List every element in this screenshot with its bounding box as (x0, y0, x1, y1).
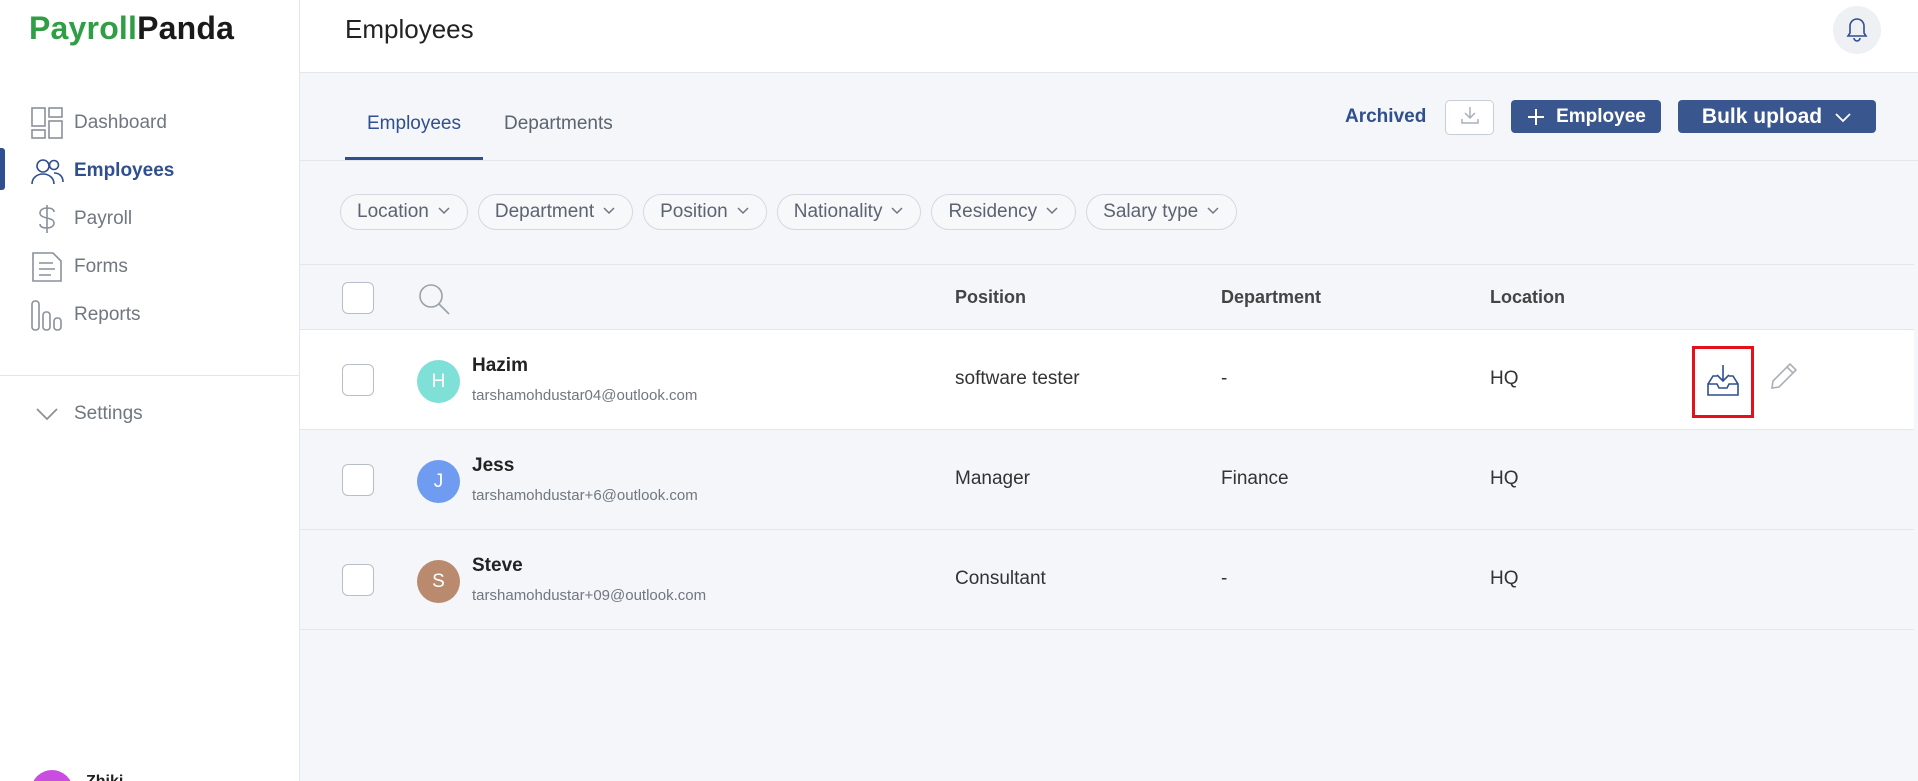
tab-employees[interactable]: Employees (345, 113, 483, 160)
filter-salary-type[interactable]: Salary type (1086, 194, 1238, 230)
column-header-position[interactable]: Position (955, 287, 1026, 308)
tabs-toolbar: Employees Departments Archived Employee … (300, 73, 1918, 161)
search-icon[interactable] (416, 281, 452, 322)
sidebar-item-label: Dashboard (74, 112, 167, 133)
employee-department: - (1221, 368, 1228, 389)
top-header: Employees (300, 0, 1918, 73)
sidebar-item-label: Payroll (74, 208, 133, 229)
chevron-down-icon (736, 201, 750, 223)
tab-departments[interactable]: Departments (482, 113, 635, 160)
select-all-checkbox[interactable] (342, 282, 374, 314)
chevron-down-icon (602, 201, 616, 223)
column-header-location[interactable]: Location (1490, 287, 1565, 308)
employee-location: HQ (1490, 368, 1519, 389)
add-employee-button[interactable]: Employee (1511, 100, 1661, 133)
employee-department: - (1221, 568, 1228, 589)
logo-part-2: Panda (137, 10, 235, 46)
filter-bar: Location Department Position Nationality… (340, 194, 1238, 230)
filter-label: Salary type (1103, 201, 1199, 222)
page-title: Employees (345, 14, 474, 44)
document-icon (30, 250, 64, 284)
chevron-down-icon (1045, 201, 1059, 223)
filter-nationality[interactable]: Nationality (776, 194, 922, 230)
tab-label: Departments (504, 113, 613, 134)
pencil-icon (1768, 360, 1800, 397)
employee-position: Consultant (955, 568, 1046, 589)
notifications-button[interactable] (1833, 6, 1881, 54)
logo-part-1: Payroll (29, 10, 138, 46)
employee-name[interactable]: Hazim (472, 355, 528, 377)
bulk-upload-button[interactable]: Bulk upload (1678, 100, 1876, 133)
employee-email: tarshamohdustar+6@outlook.com (472, 487, 698, 504)
filter-label: Position (660, 201, 728, 222)
filter-location[interactable]: Location (340, 194, 468, 230)
employees-table: Position Department Location H Hazim tar… (300, 264, 1914, 630)
sidebar-item-reports[interactable]: Reports (0, 291, 300, 339)
column-header-department[interactable]: Department (1221, 287, 1321, 308)
employee-email: tarshamohdustar+09@outlook.com (472, 587, 707, 604)
bell-icon (1843, 14, 1871, 47)
employee-position: software tester (955, 368, 1080, 389)
table-row[interactable]: J Jess tarshamohdustar+6@outlook.com Man… (300, 430, 1914, 530)
sidebar-item-label: Forms (74, 256, 128, 277)
employee-location: HQ (1490, 468, 1519, 489)
filter-label: Residency (948, 201, 1038, 222)
filter-department[interactable]: Department (477, 194, 634, 230)
chevron-down-icon (890, 201, 904, 223)
settings-label: Settings (74, 403, 143, 424)
avatar[interactable] (31, 770, 73, 781)
row-checkbox[interactable] (342, 364, 374, 396)
row-checkbox[interactable] (342, 464, 374, 496)
employee-name[interactable]: Jess (472, 455, 514, 477)
sidebar-divider (0, 375, 300, 376)
avatar: S (417, 560, 460, 603)
dollar-icon (30, 202, 64, 236)
chevron-down-icon (30, 397, 64, 431)
chevron-down-icon (1834, 108, 1852, 126)
employee-location: HQ (1490, 568, 1519, 589)
tab-label: Employees (367, 113, 461, 134)
sidebar-item-dashboard[interactable]: Dashboard (0, 99, 300, 147)
filter-label: Nationality (793, 201, 883, 222)
row-checkbox[interactable] (342, 564, 374, 596)
employee-department: Finance (1221, 468, 1289, 489)
employee-position: Manager (955, 468, 1030, 489)
export-button[interactable] (1445, 100, 1494, 135)
sidebar-item-settings[interactable]: Settings (30, 394, 143, 434)
download-icon (1459, 104, 1481, 131)
archive-inbox-icon (1706, 362, 1740, 403)
bulk-upload-label: Bulk upload (1701, 104, 1823, 128)
chevron-down-icon (1206, 201, 1220, 223)
filter-residency[interactable]: Residency (931, 194, 1077, 230)
dashboard-icon (30, 106, 64, 140)
plus-icon (1526, 107, 1546, 127)
sidebar-item-employees[interactable]: Employees (0, 147, 300, 195)
sidebar-item-forms[interactable]: Forms (0, 243, 300, 291)
employee-email: tarshamohdustar04@outlook.com (472, 387, 698, 404)
avatar: H (417, 360, 460, 403)
users-icon (30, 154, 64, 188)
user-name: Zhiki (86, 773, 123, 781)
sidebar-nav: Dashboard Employees Payroll Forms Report… (0, 99, 300, 339)
add-employee-label: Employee (1556, 105, 1646, 127)
app-logo[interactable]: PayrollPanda (29, 10, 234, 47)
archived-link[interactable]: Archived (1345, 106, 1426, 128)
reports-icon (30, 298, 64, 332)
sidebar-item-label: Employees (74, 160, 175, 181)
filter-label: Location (357, 201, 429, 222)
table-row[interactable]: H Hazim tarshamohdustar04@outlook.com so… (300, 330, 1914, 430)
sidebar: PayrollPanda Dashboard Employees Payroll… (0, 0, 300, 781)
sidebar-item-payroll[interactable]: Payroll (0, 195, 300, 243)
archive-button[interactable] (1692, 346, 1754, 418)
edit-button[interactable] (1764, 358, 1804, 398)
table-row[interactable]: S Steve tarshamohdustar+09@outlook.com C… (300, 530, 1914, 630)
chevron-down-icon (437, 201, 451, 223)
filter-label: Department (494, 201, 595, 222)
avatar: J (417, 460, 460, 503)
table-header: Position Department Location (300, 264, 1914, 330)
employee-name[interactable]: Steve (472, 555, 523, 577)
filter-position[interactable]: Position (643, 194, 767, 230)
sidebar-item-label: Reports (74, 304, 141, 325)
